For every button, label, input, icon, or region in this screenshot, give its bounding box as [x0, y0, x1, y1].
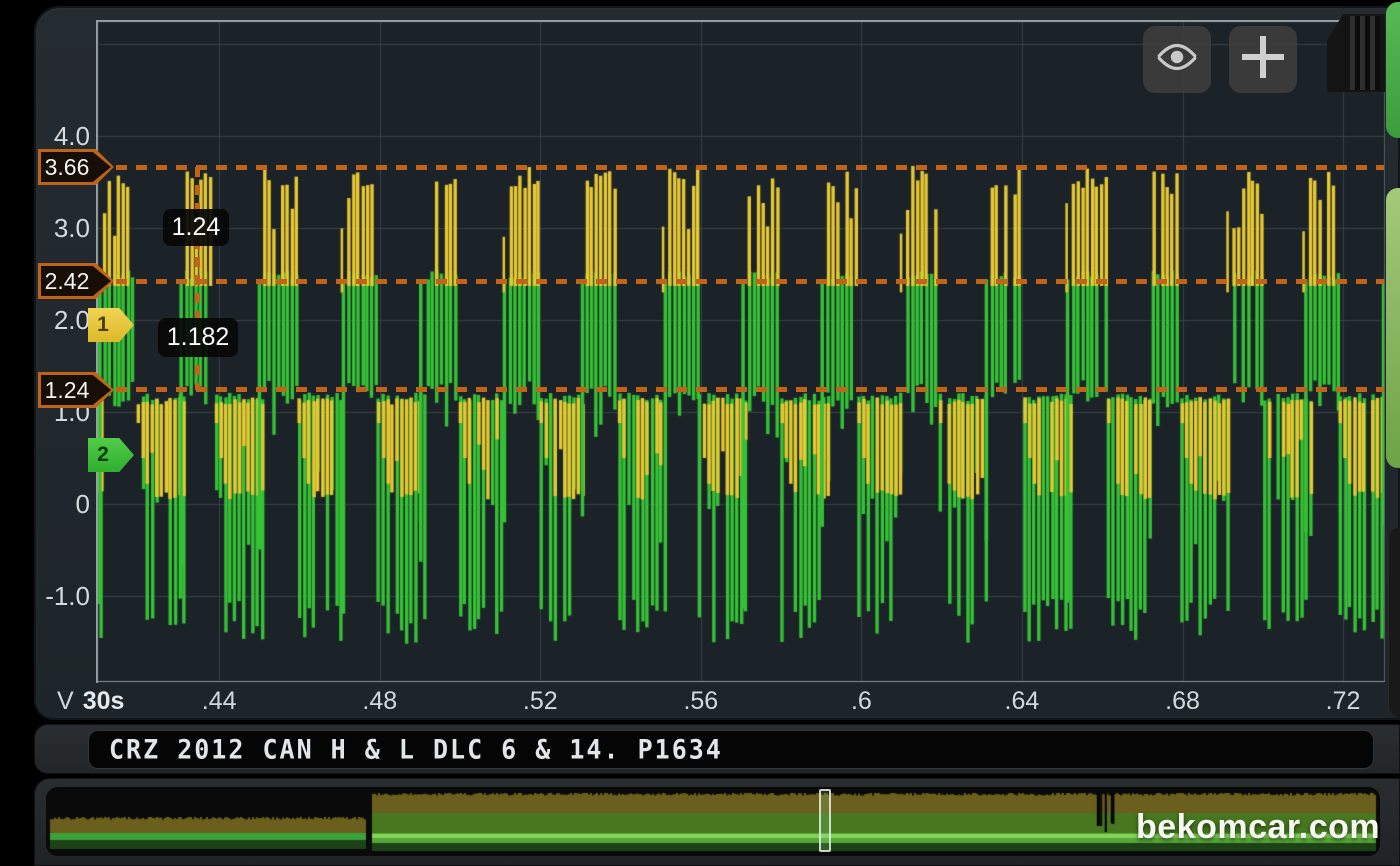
y-tick-label: 3.0 — [36, 212, 90, 244]
cursor-delta-readout-upper: 1.24 — [163, 209, 229, 246]
recording-title-bar[interactable]: CRZ 2012 CAN H & L DLC 6 & 14. P1634 — [88, 730, 1374, 769]
eye-icon — [1154, 42, 1200, 77]
channel-number-label: 2 — [88, 438, 118, 472]
y-tick-label: 4.0 — [36, 120, 90, 152]
cursor-flag-1-24[interactable]: 1.24 — [38, 372, 114, 408]
x-tick-label: .6 — [851, 687, 872, 716]
timebase-label: 30s — [83, 687, 125, 716]
title-bar-panel: CRZ 2012 CAN H & L DLC 6 & 14. P1634 — [34, 724, 1400, 774]
cursor-flag-label: 1.24 — [38, 372, 96, 408]
voltage-cursor-line-low[interactable] — [96, 387, 1384, 392]
drawer-grip-icon — [1350, 16, 1380, 90]
cursor-flag-2-42[interactable]: 2.42 — [38, 263, 114, 299]
cursor-flag-label: 2.42 — [38, 263, 96, 299]
channel-number-label: 1 — [88, 308, 118, 342]
cursor-delta-readout-lower: 1.182 — [158, 318, 238, 357]
scope-app: 4.0 3.0 2.0 1.0 0 -1.0 V 30s .44 .48 .52… — [0, 0, 1400, 866]
voltage-cursor-line-mid[interactable] — [96, 279, 1384, 284]
side-drawer-tab-green-middle[interactable] — [1386, 188, 1400, 468]
plus-icon — [1239, 33, 1287, 86]
x-tick-label: .44 — [202, 687, 237, 716]
x-tick-label: .48 — [362, 687, 397, 716]
add-button[interactable] — [1229, 26, 1297, 93]
x-tick-label: .68 — [1165, 687, 1200, 716]
eye-button[interactable] — [1143, 26, 1211, 93]
overview-viewport-indicator[interactable] — [819, 789, 831, 852]
y-tick-label: -1.0 — [36, 580, 90, 612]
watermark-text: bekomcar.com — [1136, 808, 1380, 847]
cursor-flag-3-66[interactable]: 3.66 — [38, 149, 114, 185]
y-unit-label: V — [57, 687, 74, 716]
x-tick-label: .72 — [1326, 687, 1361, 716]
y-tick-label: 2.0 — [36, 304, 90, 336]
y-tick-label: 0 — [36, 488, 90, 520]
recording-title-text: CRZ 2012 CAN H & L DLC 6 & 14. P1634 — [109, 734, 723, 765]
x-tick-label: .52 — [523, 687, 558, 716]
x-tick-label: .56 — [683, 687, 718, 716]
x-tick-label: .64 — [1005, 687, 1040, 716]
x-axis-left-label: V 30s — [57, 687, 124, 716]
voltage-cursor-line-high[interactable] — [96, 165, 1384, 170]
side-drawer-tab-dark-bottom[interactable] — [1388, 528, 1400, 716]
channel-2-marker[interactable]: 2 — [88, 438, 134, 472]
side-drawer-tab-green-top[interactable] — [1386, 2, 1400, 138]
channel-1-marker[interactable]: 1 — [88, 308, 134, 342]
cursor-flag-label: 3.66 — [38, 149, 96, 185]
waveform-plot-canvas[interactable] — [96, 20, 1386, 683]
